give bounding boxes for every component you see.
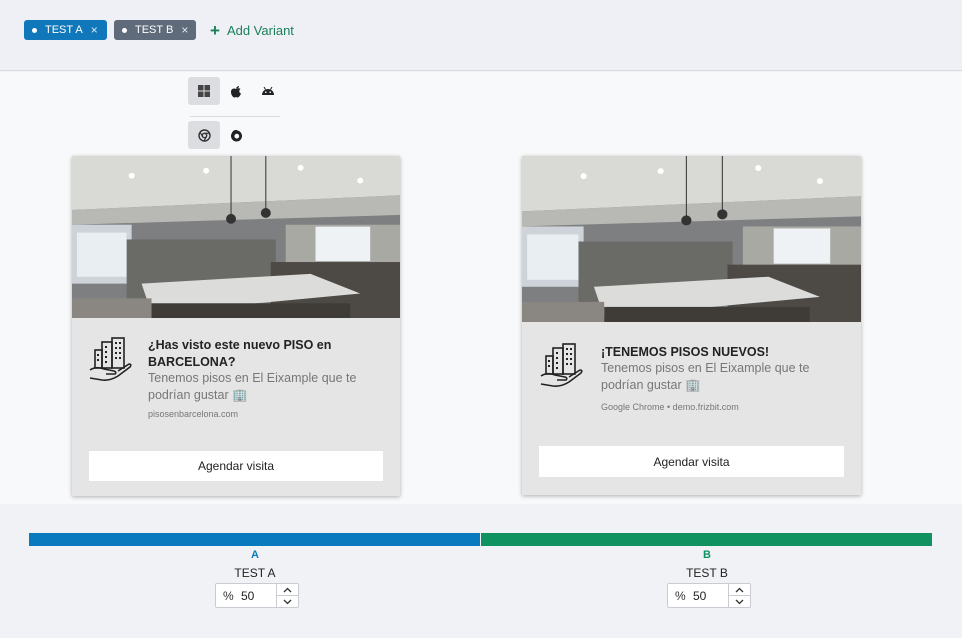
variant-tag-label: TEST A	[45, 24, 83, 36]
variant-name-b: TEST B	[686, 566, 728, 580]
percent-stepper-b[interactable]: %	[667, 583, 751, 608]
variant-tag-test-b[interactable]: TEST B ×	[114, 20, 196, 40]
os-windows-button[interactable]	[188, 77, 220, 105]
windows-icon	[198, 85, 210, 97]
variant-name-a: TEST A	[234, 566, 276, 580]
variant-tag-label: TEST B	[135, 24, 174, 36]
notification-image	[522, 156, 861, 322]
close-icon[interactable]: ×	[91, 23, 98, 37]
plus-icon: +	[210, 20, 220, 40]
chevron-down-icon	[735, 599, 744, 604]
os-apple-button[interactable]	[220, 77, 252, 105]
add-variant-button[interactable]: + Add Variant	[210, 20, 294, 40]
decrement-button[interactable]	[277, 596, 298, 607]
variant-tag-test-a[interactable]: TEST A ×	[24, 20, 107, 40]
notification-title: ¿Has visto este nuevo PISO en BARCELONA?	[148, 338, 332, 369]
variants-toolbar: TEST A × TEST B × + Add Variant	[0, 0, 962, 71]
split-bar-b[interactable]	[481, 533, 932, 546]
notification-preview-a: ¿Has visto este nuevo PISO en BARCELONA?…	[72, 156, 400, 496]
building-hand-icon	[539, 342, 585, 388]
variant-letter-a: A	[251, 549, 259, 561]
notification-source: Google Chrome • demo.frizbit.com	[601, 402, 739, 412]
notification-body: Tenemos pisos en El Eixample que te podr…	[148, 371, 357, 402]
split-bar-a[interactable]	[29, 533, 480, 546]
notification-title: ¡TENEMOS PISOS NUEVOS!	[601, 345, 770, 359]
notification-preview-b: ¡TENEMOS PISOS NUEVOS! Tenemos pisos en …	[522, 156, 861, 495]
increment-button[interactable]	[277, 584, 298, 596]
chevron-up-icon	[735, 587, 744, 592]
add-variant-label: Add Variant	[226, 22, 294, 38]
apple-icon	[231, 85, 241, 97]
percent-icon: %	[223, 588, 234, 603]
chrome-icon	[197, 128, 211, 142]
browser-firefox-button[interactable]	[220, 121, 252, 149]
chevron-down-icon	[283, 599, 292, 604]
firefox-icon	[230, 129, 242, 141]
percent-stepper-a[interactable]: %	[215, 583, 299, 608]
stepper-arrows	[276, 584, 298, 607]
variant-letter-b: B	[703, 549, 711, 561]
notification-body: Tenemos pisos en El Eixample que te podr…	[601, 361, 810, 392]
bullet-icon	[122, 27, 127, 33]
selector-divider	[190, 116, 280, 117]
bullet-icon	[32, 27, 37, 33]
decrement-button[interactable]	[729, 596, 750, 607]
agendar-visita-button[interactable]: Agendar visita	[89, 451, 383, 481]
notification-image	[72, 156, 400, 318]
notification-source: pisosenbarcelona.com	[148, 409, 239, 419]
increment-button[interactable]	[729, 584, 750, 596]
android-icon	[262, 86, 274, 95]
chevron-up-icon	[283, 587, 292, 592]
percent-icon: %	[675, 588, 686, 603]
close-icon[interactable]: ×	[181, 23, 188, 37]
stepper-arrows	[728, 584, 750, 607]
building-hand-icon	[88, 336, 134, 382]
os-android-button[interactable]	[252, 77, 284, 105]
percent-input-a[interactable]	[241, 588, 275, 603]
agendar-visita-button[interactable]: Agendar visita	[539, 446, 844, 477]
percent-input-b[interactable]	[693, 588, 727, 603]
browser-chrome-button[interactable]	[188, 121, 220, 149]
